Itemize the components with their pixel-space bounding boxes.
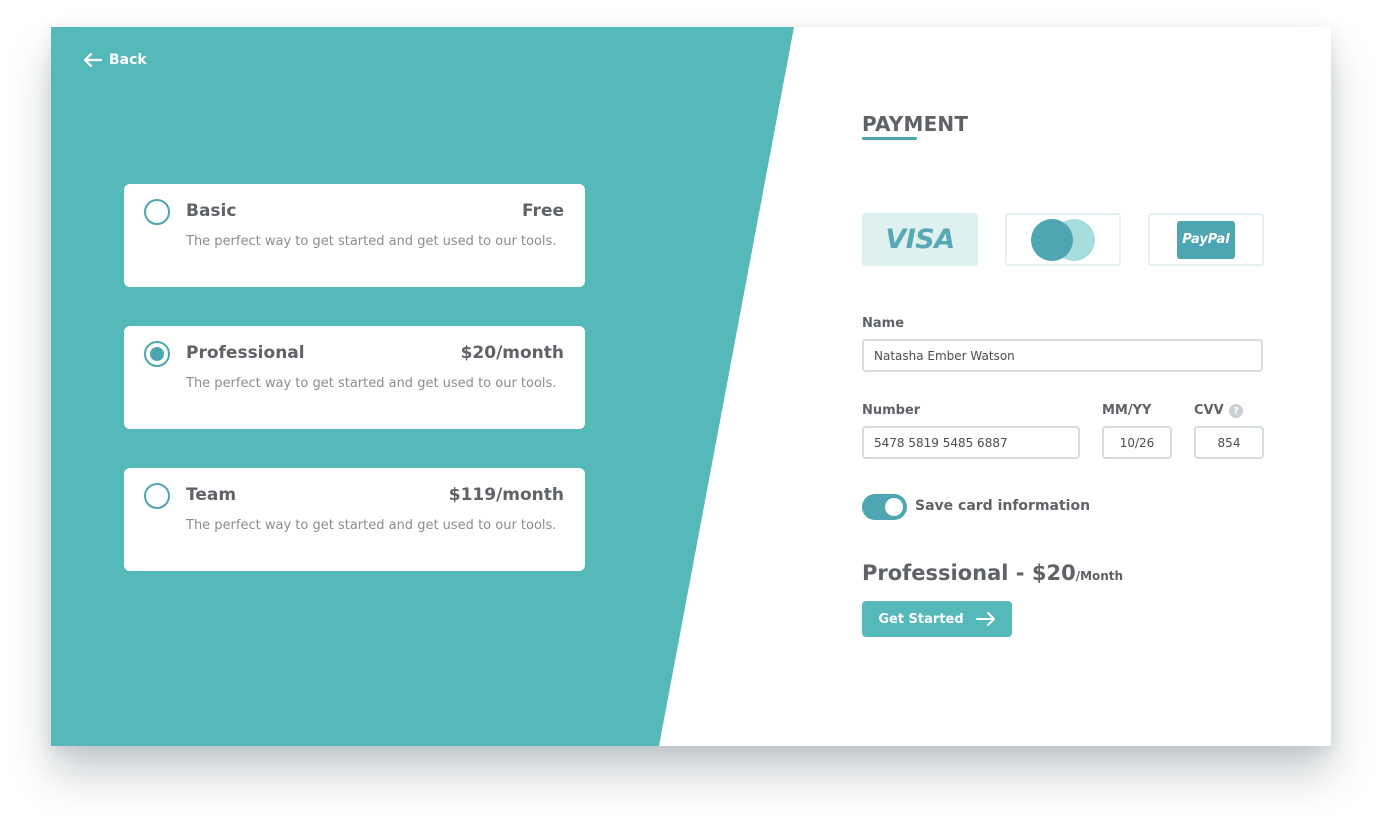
plan-option-basic[interactable]: Basic Free The perfect way to get starte… xyxy=(124,184,585,287)
radio-button[interactable] xyxy=(144,199,170,225)
plan-name: Team xyxy=(186,485,237,505)
number-label: Number xyxy=(862,403,921,418)
plan-option-team[interactable]: Team $119/month The perfect way to get s… xyxy=(124,468,585,571)
cvv-input[interactable] xyxy=(1194,426,1264,459)
summary-price: $20 xyxy=(1031,561,1076,585)
plan-price: $119/month xyxy=(448,485,564,505)
plan-option-professional[interactable]: Professional $20/month The perfect way t… xyxy=(124,326,585,429)
plan-description: The perfect way to get started and get u… xyxy=(186,376,557,391)
summary-separator: - xyxy=(1008,561,1032,585)
order-summary: Professional - $20/Month xyxy=(862,561,1123,585)
paypal-label: PayPal xyxy=(1182,232,1230,247)
mastercard-logo-icon xyxy=(1031,218,1095,261)
name-input[interactable] xyxy=(862,339,1263,372)
help-icon[interactable]: ? xyxy=(1229,404,1243,418)
payment-title: PAYMENT xyxy=(862,112,969,136)
payment-method-mastercard[interactable] xyxy=(1005,213,1121,266)
arrow-right-icon xyxy=(975,612,995,626)
plan-description: The perfect way to get started and get u… xyxy=(186,518,557,533)
title-underline xyxy=(862,137,917,140)
save-card-toggle[interactable] xyxy=(862,494,907,520)
summary-plan: Professional xyxy=(862,561,1009,585)
back-button[interactable]: Back xyxy=(84,52,147,68)
name-label: Name xyxy=(862,316,905,331)
save-card-label: Save card information xyxy=(915,498,1091,514)
arrow-left-icon xyxy=(84,53,102,67)
expiry-input[interactable] xyxy=(1102,426,1172,459)
visa-logo-icon: VISA xyxy=(885,224,955,255)
cvv-label: CVV xyxy=(1194,403,1224,418)
get-started-button[interactable]: Get Started xyxy=(862,601,1012,637)
plan-description: The perfect way to get started and get u… xyxy=(186,234,557,249)
card-number-input[interactable] xyxy=(862,426,1080,459)
expiry-label: MM/YY xyxy=(1102,403,1152,418)
plan-name: Professional xyxy=(186,343,305,363)
plan-price: Free xyxy=(522,201,564,221)
plan-price: $20/month xyxy=(460,343,564,363)
radio-button[interactable] xyxy=(144,483,170,509)
summary-period: /Month xyxy=(1075,569,1124,583)
payment-method-visa[interactable]: VISA xyxy=(862,213,978,266)
paypal-logo-icon: PayPal xyxy=(1177,220,1235,259)
toggle-knob xyxy=(885,498,903,516)
checkout-card: Back Basic Free The perfect way to get s… xyxy=(51,27,1331,746)
plan-name: Basic xyxy=(186,201,237,221)
radio-button-selected[interactable] xyxy=(144,341,170,367)
get-started-label: Get Started xyxy=(878,611,964,627)
back-label: Back xyxy=(109,52,147,68)
payment-method-paypal[interactable]: PayPal xyxy=(1148,213,1264,266)
